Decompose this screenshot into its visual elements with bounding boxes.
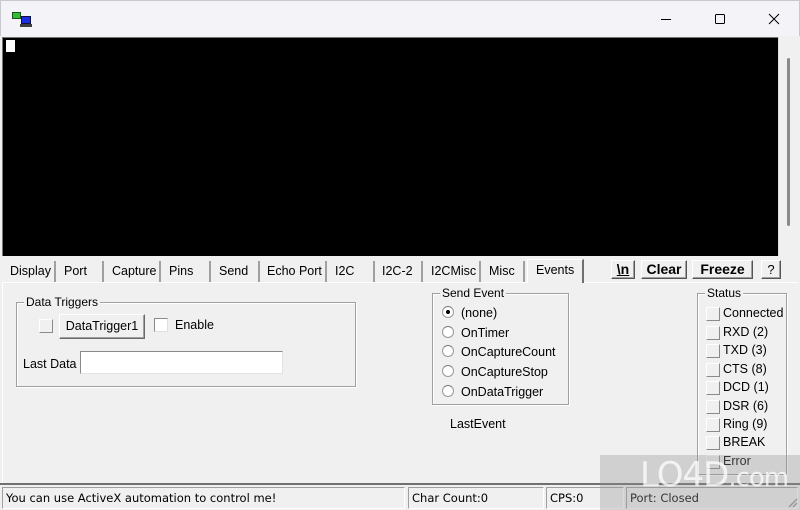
- radio-none-label: (none): [461, 306, 498, 320]
- cps-readout: CPS:0: [546, 487, 624, 509]
- scrollbar-thumb[interactable]: [787, 58, 790, 226]
- title-bar: [0, 0, 800, 36]
- enable-checkbox[interactable]: [154, 318, 168, 332]
- status-led-connected: [706, 307, 720, 321]
- enable-label: Enable: [175, 318, 214, 332]
- last-data-label: Last Data: [23, 357, 77, 371]
- vertical-scrollbar[interactable]: [778, 37, 798, 256]
- radio-ontimer-label: OnTimer: [461, 326, 510, 340]
- status-led-break: [706, 436, 720, 450]
- radio-none[interactable]: [442, 306, 454, 318]
- tab-echo-port[interactable]: Echo Port: [261, 261, 327, 282]
- radio-oncapturestop[interactable]: [442, 365, 454, 377]
- status-message: You can use ActiveX automation to contro…: [2, 487, 405, 509]
- radio-oncapturecount-label: OnCaptureCount: [461, 345, 556, 359]
- last-data-field[interactable]: [80, 351, 283, 374]
- watermark-text: LO4D: [640, 455, 729, 495]
- close-button[interactable]: [747, 1, 800, 37]
- newline-button[interactable]: \n: [611, 260, 635, 279]
- status-label-break: BREAK: [723, 435, 766, 449]
- status-led-dcd: [706, 381, 720, 395]
- minimize-button[interactable]: [639, 1, 693, 37]
- radio-ondatatrigger-label: OnDataTrigger: [461, 385, 544, 399]
- radio-ondatatrigger[interactable]: [442, 385, 454, 397]
- status-led-ring: [706, 418, 720, 432]
- radio-ontimer[interactable]: [442, 326, 454, 338]
- tab-pins[interactable]: Pins: [163, 261, 211, 282]
- maximize-button[interactable]: [693, 1, 747, 37]
- radio-oncapturestop-label: OnCaptureStop: [461, 365, 548, 379]
- status-label-ring: Ring (9): [723, 417, 768, 431]
- char-count: Char Count:0: [408, 487, 544, 509]
- status-label-txd: TXD (3): [723, 343, 767, 357]
- maximize-icon: [715, 14, 725, 24]
- data-triggers-title: Data Triggers: [24, 295, 101, 309]
- app-icon[interactable]: [11, 11, 33, 27]
- radio-oncapturecount[interactable]: [442, 345, 454, 357]
- status-label-cts: CTS (8): [723, 362, 767, 376]
- tab-i2cmisc[interactable]: I2CMisc: [425, 261, 481, 282]
- help-button[interactable]: ?: [761, 260, 781, 279]
- trigger-indicator: [39, 319, 53, 333]
- tab-port[interactable]: Port: [58, 261, 104, 282]
- resize-grip-icon[interactable]: [786, 496, 798, 508]
- last-event-label: LastEvent: [450, 417, 506, 431]
- status-led-rxd: [706, 326, 720, 340]
- tab-misc[interactable]: Misc: [483, 261, 525, 282]
- tab-display[interactable]: Display: [4, 261, 56, 282]
- status-title: Status: [705, 286, 744, 300]
- status-led-txd: [706, 344, 720, 358]
- status-label-connected: Connected: [723, 306, 784, 320]
- send-event-title: Send Event: [440, 286, 507, 300]
- status-label-rxd: RXD (2): [723, 325, 769, 339]
- terminal-output[interactable]: [2, 37, 778, 256]
- data-trigger-1-button[interactable]: DataTrigger1: [59, 314, 145, 339]
- tab-events[interactable]: Events: [527, 259, 584, 283]
- text-cursor: [6, 40, 15, 52]
- freeze-button[interactable]: Freeze: [692, 260, 753, 279]
- status-led-cts: [706, 363, 720, 377]
- tab-i2c[interactable]: I2C: [329, 261, 375, 282]
- clear-button[interactable]: Clear: [641, 260, 687, 279]
- status-led-dsr: [706, 400, 720, 414]
- tab-i2c-2[interactable]: I2C-2: [376, 261, 423, 282]
- tab-capture[interactable]: Capture: [106, 261, 161, 282]
- watermark-logo: LO4D.com: [640, 455, 789, 495]
- tab-strip: Display Port Capture Pins Send Echo Port…: [2, 259, 584, 283]
- status-label-dcd: DCD (1): [723, 380, 769, 394]
- tab-send[interactable]: Send: [213, 261, 260, 282]
- watermark-suffix: .com: [728, 463, 789, 493]
- minimize-icon: [661, 19, 671, 20]
- status-label-dsr: DSR (6): [723, 399, 769, 413]
- close-icon: [768, 13, 780, 25]
